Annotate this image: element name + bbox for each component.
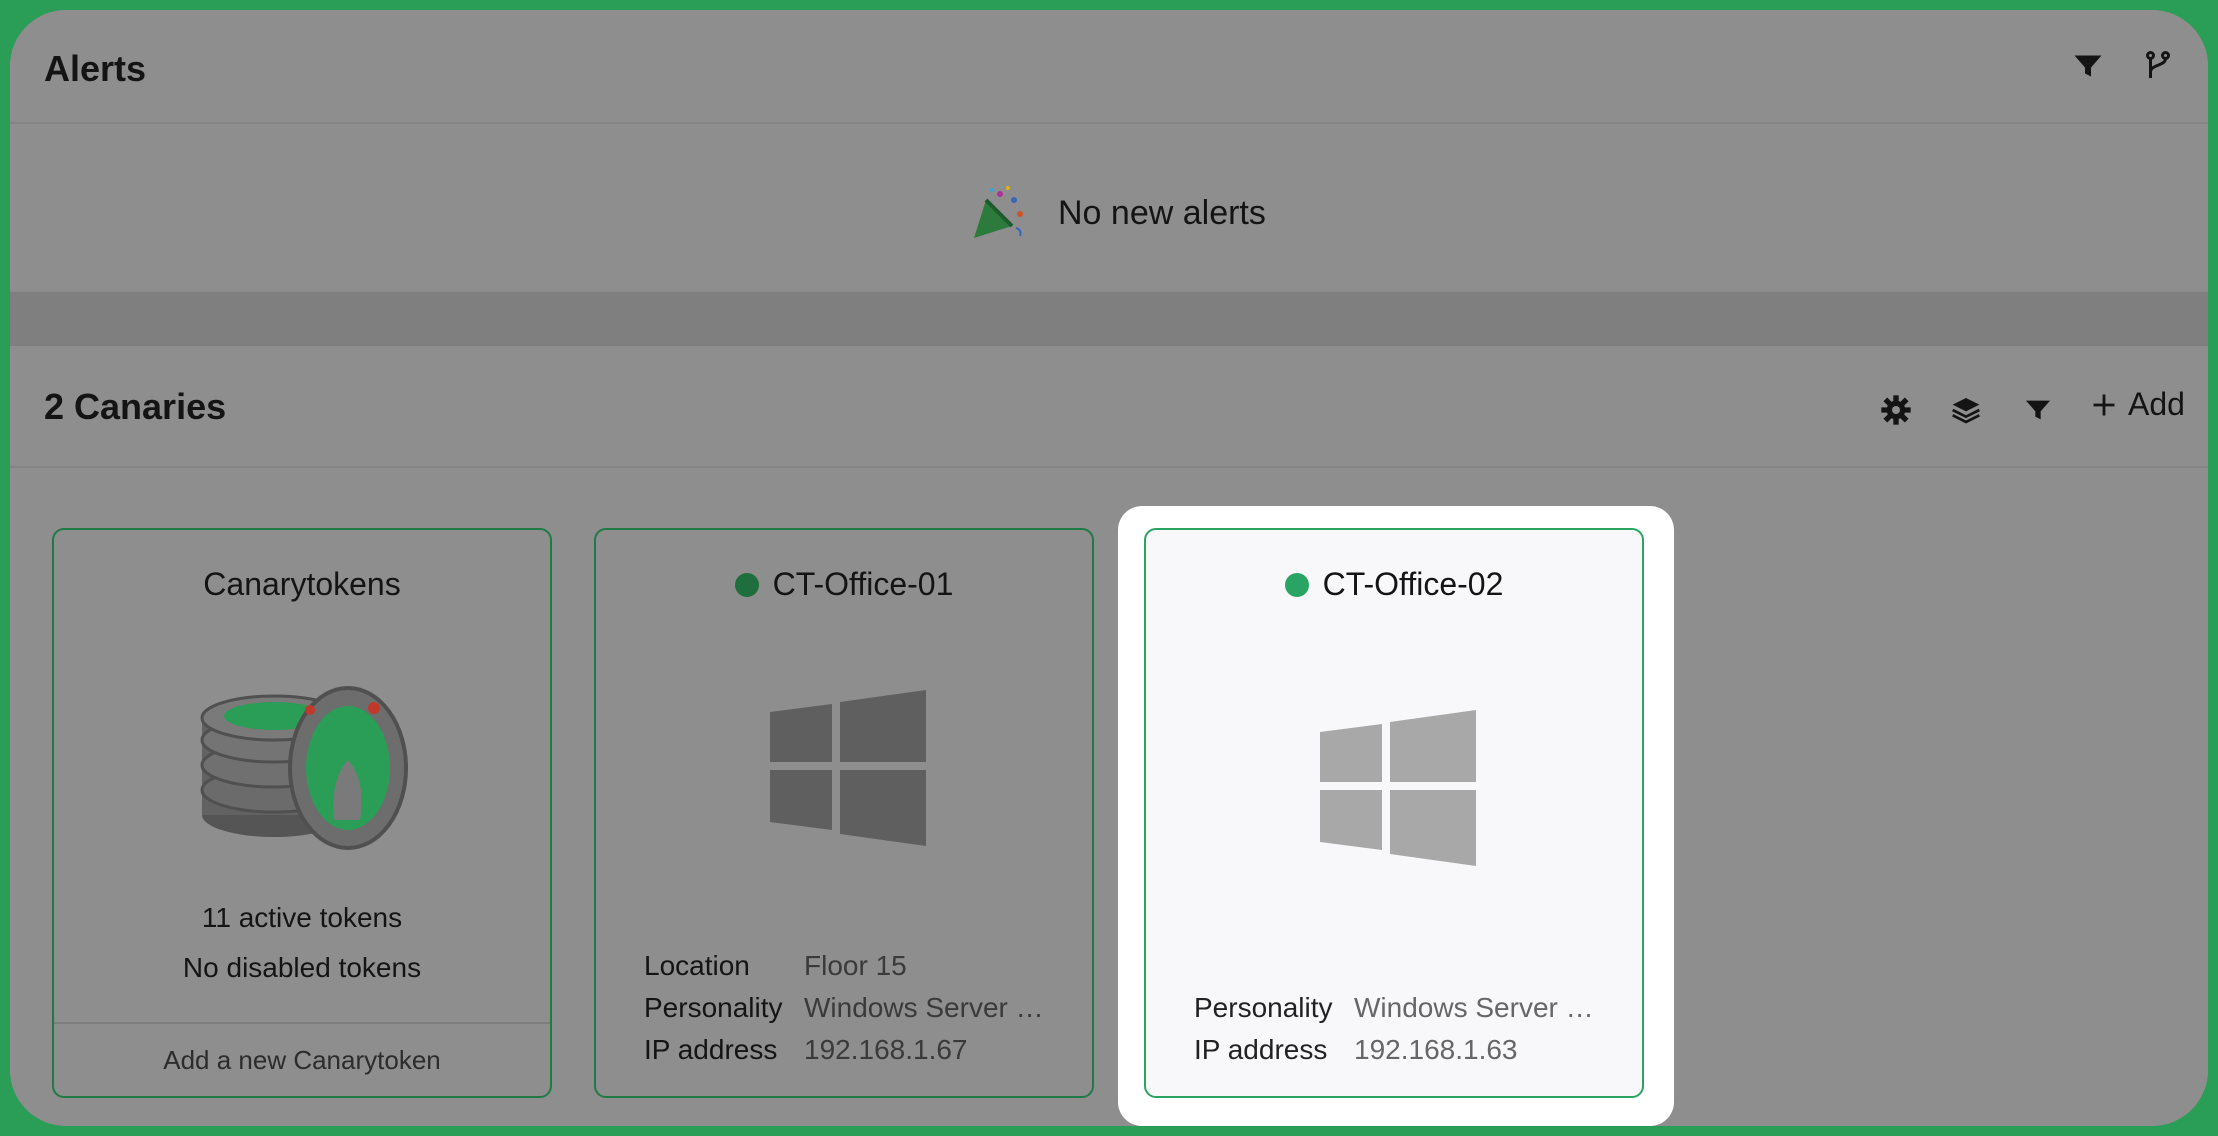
plus-icon <box>2093 394 2115 415</box>
canarytokens-title-text: Canarytokens <box>203 566 401 602</box>
ip-row: IP address 192.168.1.63 <box>1194 1034 1594 1066</box>
device-name: CT-Office-01 <box>772 566 954 602</box>
filter-icon[interactable] <box>2070 48 2106 84</box>
add-button[interactable]: Add <box>2090 386 2185 423</box>
ip-value: 192.168.1.63 <box>1354 1034 1518 1065</box>
app-frame: Alerts No new alerts 2 Canaries Add Cana… <box>10 10 2208 1126</box>
status-dot <box>1284 572 1309 597</box>
no-alerts-text: No new alerts <box>1058 193 1266 232</box>
cards-area: Canarytokens 11 active tokens No disable… <box>10 468 2208 1126</box>
alerts-title: Alerts <box>44 48 147 89</box>
active-tokens-count: 11 active tokens <box>201 902 403 933</box>
no-alerts-message: No new alerts <box>970 184 1266 242</box>
device-title: CT-Office-01 <box>596 566 1092 603</box>
location-label: Location <box>644 950 750 981</box>
location-row: Location Floor 15 <box>644 950 1044 982</box>
ip-row: IP address 192.168.1.67 <box>644 1034 1044 1066</box>
ip-label: IP address <box>1194 1034 1328 1065</box>
personality-label: Personality <box>1194 992 1333 1023</box>
personality-row: Personality Windows Server … <box>1194 992 1594 1024</box>
device-title: CT-Office-02 <box>1146 566 1642 603</box>
alerts-panel: No new alerts <box>10 124 2208 290</box>
device-name: CT-Office-02 <box>1322 566 1504 602</box>
filter-icon[interactable] <box>2022 394 2054 426</box>
party-popper-icon <box>974 186 1023 238</box>
ip-label: IP address <box>644 1034 778 1065</box>
personality-row: Personality Windows Server … <box>644 992 1044 1024</box>
status-dot <box>734 572 759 597</box>
canaries-header: 2 Canaries Add <box>10 346 2208 468</box>
canarytokens-title: Canarytokens <box>54 566 550 603</box>
branch-icon[interactable] <box>2140 48 2176 84</box>
canarytokens-card[interactable]: Canarytokens 11 active tokens No disable… <box>52 528 552 1098</box>
highlight-spotlight: CT-Office-02 Personality Windows Server … <box>1118 506 1674 1126</box>
ip-value: 192.168.1.67 <box>804 1034 968 1065</box>
gear-icon[interactable] <box>1880 394 1912 426</box>
section-divider <box>10 292 2208 346</box>
windows-logo-icon <box>770 690 926 846</box>
location-value: Floor 15 <box>804 950 907 981</box>
coin-stack-icon <box>200 686 408 850</box>
personality-value: Windows Server … <box>1354 992 1594 1023</box>
device-card-ct-office-01[interactable]: CT-Office-01 Location Floor 15 Personali… <box>594 528 1094 1098</box>
canaries-title: 2 Canaries <box>44 386 227 427</box>
device-card-ct-office-02[interactable]: CT-Office-02 Personality Windows Server … <box>1144 528 1644 1098</box>
alerts-header: Alerts <box>10 10 2208 124</box>
personality-value: Windows Server … <box>804 992 1044 1023</box>
disabled-tokens-status: No disabled tokens <box>182 952 422 983</box>
add-button-label: Add <box>2128 386 2185 422</box>
personality-label: Personality <box>644 992 783 1023</box>
add-canarytoken-link[interactable]: Add a new Canarytoken <box>54 1022 550 1096</box>
layers-icon[interactable] <box>1950 394 1982 426</box>
windows-logo-icon <box>1320 710 1476 866</box>
